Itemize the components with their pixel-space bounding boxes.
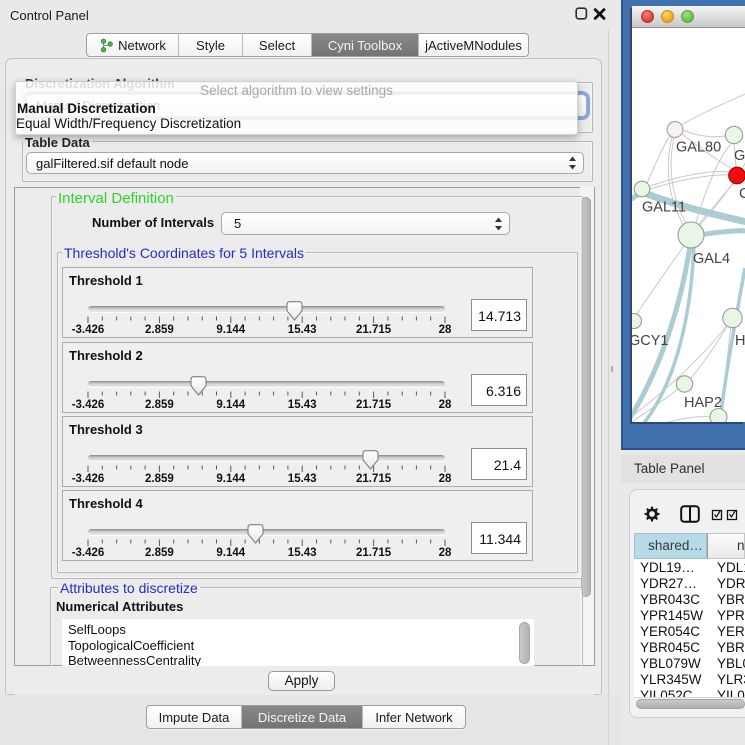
svg-text:GAL4: GAL4 [693, 251, 730, 267]
svg-text:GAL80: GAL80 [676, 140, 721, 156]
svg-text:HAP2: HAP2 [684, 395, 722, 411]
svg-text:GCY1: GCY1 [632, 333, 669, 349]
svg-text:C: C [739, 186, 745, 202]
svg-text:H: H [735, 333, 745, 349]
svg-text:GAL11: GAL11 [642, 200, 686, 216]
svg-text:G: G [734, 148, 745, 164]
